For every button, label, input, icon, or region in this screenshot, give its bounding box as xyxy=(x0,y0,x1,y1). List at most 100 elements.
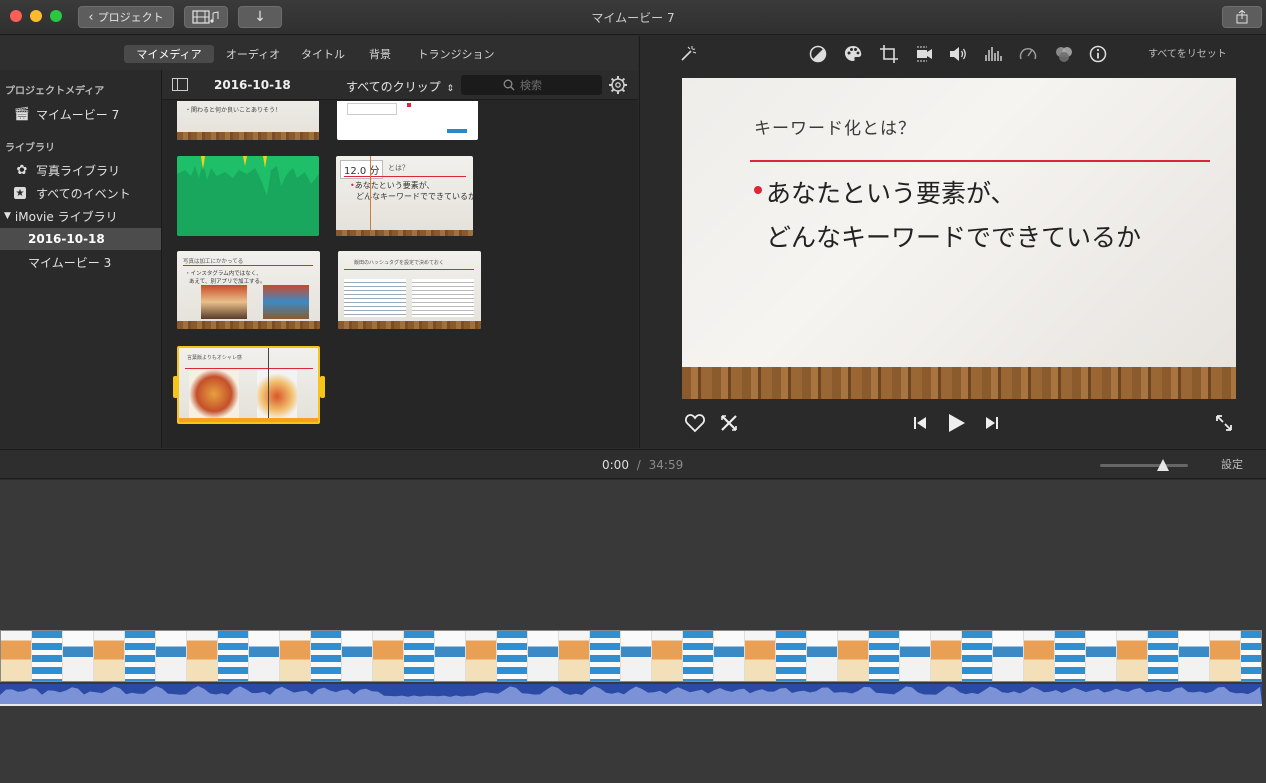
trim-handle-left[interactable] xyxy=(173,376,178,398)
disclosure-triangle-icon[interactable]: ▼ xyxy=(4,211,11,221)
timeline xyxy=(0,480,1266,783)
clip-thumbnail[interactable]: 写真は加工にかかってる ・インスタグラム内ではなく、 あえて、別アプリで加工する… xyxy=(177,251,320,329)
media-browser-toggle-button[interactable] xyxy=(184,6,228,28)
close-window-button[interactable] xyxy=(10,10,22,22)
play-icon[interactable] xyxy=(944,411,968,435)
filmstrip-frame xyxy=(838,631,869,681)
sidebar-item-photos-library[interactable]: ✿ 写真ライブラリ xyxy=(0,159,161,181)
filmstrip-frame xyxy=(63,631,94,681)
import-button[interactable]: ↓ xyxy=(238,6,282,28)
color-balance-icon[interactable] xyxy=(808,44,828,64)
sidebar-item-movie-3[interactable]: マイムービー 3 xyxy=(0,251,161,273)
tab-transitions[interactable]: トランジション xyxy=(410,45,502,63)
filmstrip-frame xyxy=(652,631,683,681)
imovie-window: ‹ プロジェクト ↓ マイムービー 7 マイメディア オーディオ タイトル 背景… xyxy=(0,0,1266,783)
filmstrip-frame xyxy=(1117,631,1148,681)
timeline-settings-button[interactable]: 設定 xyxy=(1221,456,1243,472)
heart-favorite-icon[interactable] xyxy=(683,411,707,435)
minimize-window-button[interactable] xyxy=(30,10,42,22)
volume-icon[interactable] xyxy=(948,44,968,64)
sidebar-item-event-2016-10-18[interactable]: 2016-10-18 xyxy=(0,228,161,250)
clip-thumbnail-selected[interactable]: 言葉飯よりもオシャレ感 xyxy=(177,346,320,424)
slide-title: キーワード化とは？ xyxy=(754,119,916,139)
filmstrip-frame xyxy=(590,631,621,681)
filmstrip-frame xyxy=(94,631,125,681)
trim-handle-right[interactable] xyxy=(320,376,325,398)
slide-divider xyxy=(750,160,1210,162)
search-input[interactable]: 検索 xyxy=(520,77,542,93)
crop-icon[interactable] xyxy=(879,44,899,64)
filmstrip-frame xyxy=(404,631,435,681)
filmstrip-frame xyxy=(714,631,745,681)
filmstrip-frame xyxy=(1055,631,1086,681)
filmstrip-frame xyxy=(32,631,63,681)
maximize-window-button[interactable] xyxy=(50,10,62,22)
wood-floor-graphic xyxy=(682,367,1236,399)
share-button[interactable] xyxy=(1222,6,1262,28)
slide-body-line: あなたという要素が、 xyxy=(766,179,1016,208)
filmstrip-frame xyxy=(497,631,528,681)
audio-track[interactable] xyxy=(0,684,1262,706)
clip-browser-toolbar: 2016-10-18 すべてのクリップ ⇕ 検索 xyxy=(162,70,638,100)
zoom-slider-thumb[interactable] xyxy=(1157,459,1170,471)
projects-back-button[interactable]: ‹ プロジェクト xyxy=(78,6,174,28)
playhead-line xyxy=(268,348,269,422)
sidebar-item-all-events[interactable]: ★ すべてのイベント xyxy=(0,182,161,204)
filmstrip-frame xyxy=(218,631,249,681)
filmstrip-frame xyxy=(187,631,218,681)
sidebar-item-project[interactable]: 🎬︎ マイムービー 7 xyxy=(0,103,161,125)
filmstrip-frame xyxy=(1241,631,1261,681)
tab-titles[interactable]: タイトル xyxy=(294,45,352,63)
skip-back-icon[interactable] xyxy=(908,411,932,435)
fullscreen-expand-icon[interactable] xyxy=(1212,411,1236,435)
arrow-down-icon: ↓ xyxy=(254,9,266,25)
photos-flower-icon: ✿ xyxy=(16,162,28,178)
clip-thumbnail[interactable]: 12.0 分 とは？ •あなたという要素が、 どんなキーワードでできているか xyxy=(336,156,473,236)
filmstrip-frame xyxy=(1148,631,1179,681)
info-icon[interactable] xyxy=(1088,44,1108,64)
current-time: 0:00 xyxy=(602,458,629,472)
stabilization-camera-icon[interactable] xyxy=(914,44,934,64)
video-clip-filmstrip[interactable] xyxy=(0,630,1262,682)
filmstrip-frame xyxy=(156,631,187,681)
speed-gauge-icon[interactable] xyxy=(1018,44,1038,64)
chevron-left-icon: ‹ xyxy=(88,9,94,25)
project-media-header: プロジェクトメディア xyxy=(5,86,105,97)
magic-wand-icon[interactable] xyxy=(678,44,698,64)
skip-forward-icon[interactable] xyxy=(980,411,1004,435)
tab-audio[interactable]: オーディオ xyxy=(218,45,288,63)
clip-text: 言葉飯よりもオシャレ感 xyxy=(187,355,242,361)
clip-thumbnail[interactable]: ・関わると何か良いことありそう！ xyxy=(177,101,319,140)
clapperboard-icon: 🎬︎ xyxy=(13,106,31,122)
clip-filter-icon[interactable] xyxy=(1054,44,1074,64)
slide-body-line: どんなキーワードでできているか xyxy=(766,223,1142,252)
search-icon xyxy=(503,79,515,91)
clip-thumbnail-audio[interactable] xyxy=(177,156,319,236)
filmstrip-frame xyxy=(280,631,311,681)
tab-backgrounds[interactable]: 背景 xyxy=(360,45,400,63)
gear-icon[interactable] xyxy=(608,75,628,95)
color-palette-icon[interactable] xyxy=(843,44,863,64)
time-separator: / xyxy=(636,458,641,472)
filmstrip-frame xyxy=(1024,631,1055,681)
filmstrip-frame xyxy=(528,631,559,681)
search-field[interactable]: 検索 xyxy=(461,75,602,95)
reset-all-button[interactable]: すべてをリセット xyxy=(1148,45,1227,60)
filmstrip-frame xyxy=(1179,631,1210,681)
clip-filter-value: すべてのクリップ xyxy=(346,80,441,94)
clip-filter-select[interactable]: すべてのクリップ ⇕ xyxy=(346,78,454,95)
reject-x-icon[interactable] xyxy=(717,411,741,435)
clip-thumbnail[interactable]: 飯田のハッシュタグを設定で決めておく xyxy=(338,251,481,329)
clip-text: あなたという要素が、 xyxy=(354,181,435,190)
tab-my-media[interactable]: マイメディア xyxy=(124,45,214,63)
filmstrip-frame xyxy=(373,631,404,681)
clip-browser: 2016-10-18 すべてのクリップ ⇕ 検索 ・関わると何か良いことありそう… xyxy=(162,70,638,448)
equalizer-icon[interactable] xyxy=(983,44,1003,64)
sidebar-toggle-icon[interactable] xyxy=(172,78,188,91)
title-bar: ‹ プロジェクト ↓ マイムービー 7 xyxy=(0,0,1266,35)
clip-thumbnail[interactable] xyxy=(337,101,478,140)
sidebar-item-label: マイムービー 7 xyxy=(36,107,120,122)
zoom-slider-track[interactable] xyxy=(1100,464,1188,467)
sidebar-item-imovie-library[interactable]: ▼ iMovie ライブラリ xyxy=(0,205,161,227)
projects-back-label: プロジェクト xyxy=(97,11,164,24)
